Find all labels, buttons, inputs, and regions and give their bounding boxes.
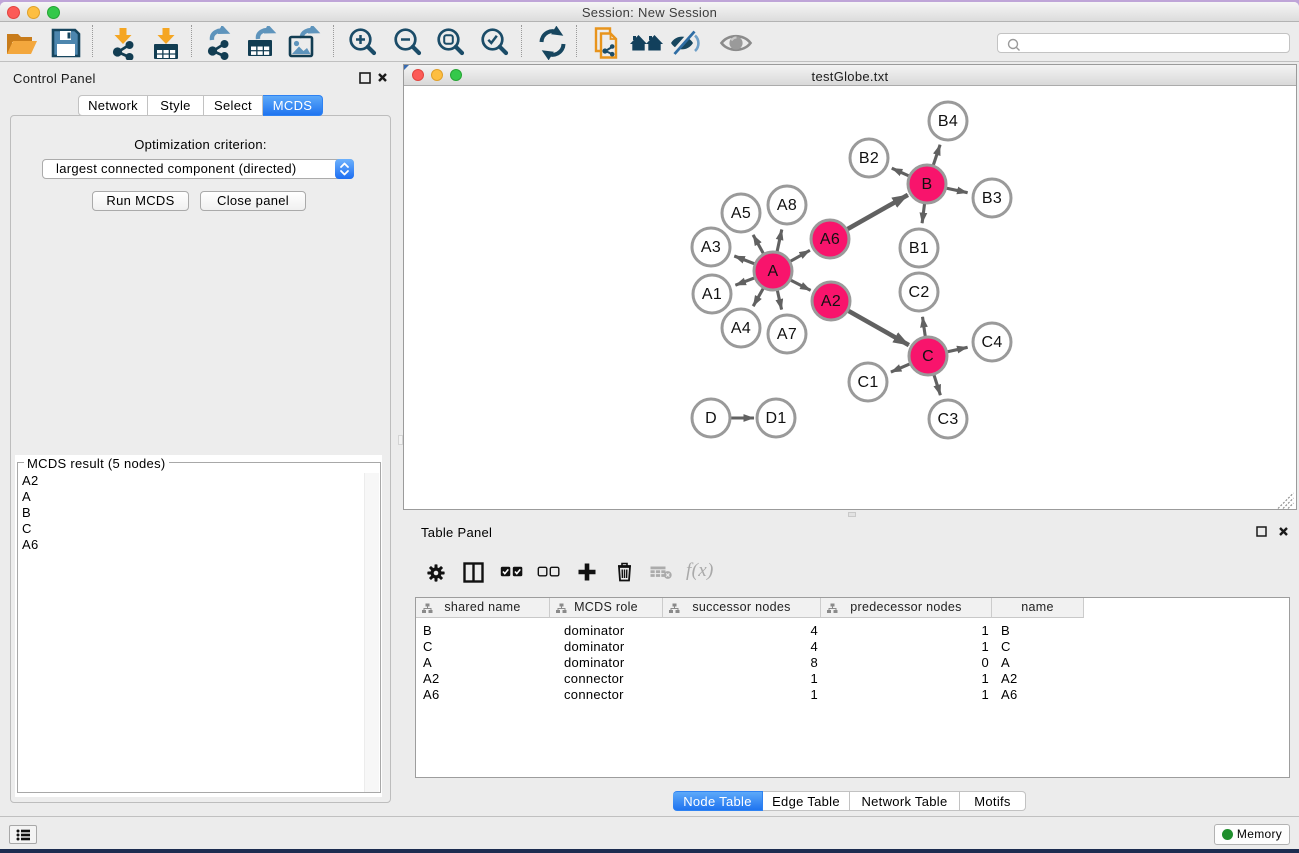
svg-text:C2: C2 <box>908 284 929 301</box>
svg-text:A3: A3 <box>701 239 721 256</box>
svg-text:A1: A1 <box>702 286 722 303</box>
svg-text:B4: B4 <box>938 113 958 130</box>
svg-text:C3: C3 <box>937 411 958 428</box>
svg-text:D: D <box>705 410 717 427</box>
svg-text:A5: A5 <box>731 205 751 222</box>
svg-text:C4: C4 <box>981 334 1002 351</box>
svg-text:B2: B2 <box>859 150 879 167</box>
svg-text:B1: B1 <box>909 240 929 257</box>
svg-text:C1: C1 <box>857 374 878 391</box>
svg-text:B3: B3 <box>982 190 1002 207</box>
svg-text:A7: A7 <box>777 326 797 343</box>
svg-text:C: C <box>922 348 934 365</box>
svg-text:D1: D1 <box>765 410 786 427</box>
svg-text:B: B <box>922 176 933 193</box>
svg-text:A6: A6 <box>820 231 840 248</box>
svg-text:A: A <box>768 263 779 280</box>
svg-text:A2: A2 <box>821 293 841 310</box>
svg-text:A8: A8 <box>777 197 797 214</box>
svg-text:A4: A4 <box>731 320 751 337</box>
